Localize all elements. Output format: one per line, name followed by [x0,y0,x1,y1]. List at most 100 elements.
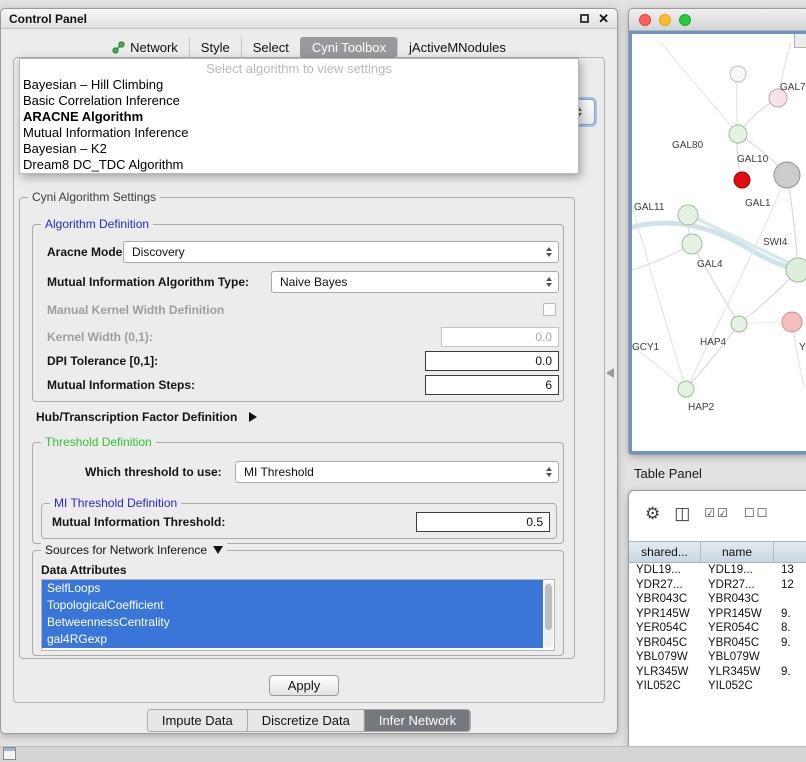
table-row[interactable]: YER054CYER054C8. [629,621,806,636]
table-cell: YIL052C [701,680,774,692]
graph-node[interactable] [730,66,746,82]
collapse-down-icon[interactable] [213,546,223,554]
table-settings-gear-icon[interactable]: ⚙ [645,505,660,522]
graph-node[interactable] [678,205,698,225]
graph-edge [660,42,738,134]
graph-node[interactable] [734,172,750,188]
algorithm-option[interactable]: ARACNE Algorithm [20,109,578,125]
table-cell: 12 [774,579,806,591]
attribute-list-scrollbar-thumb[interactable] [545,584,552,630]
attribute-item[interactable]: BetweennessCentrality [42,614,543,631]
table-cell: YER054C [629,622,701,634]
algorithm-option[interactable]: Bayesian – K2 [20,141,578,157]
algorithm-definition-title: Algorithm Definition [41,217,153,231]
float-window-icon[interactable] [580,14,589,23]
table-cell: YBR045C [629,637,701,649]
tab-label: Cyni Toolbox [312,40,386,55]
graph-node[interactable] [678,381,694,397]
combo-arrows-icon [541,272,556,292]
table-cell: YDL19... [701,564,774,576]
algorithm-option[interactable]: Bayesian – Hill Climbing [20,77,578,93]
data-attributes-label: Data Attributes [41,563,127,577]
node-label: GCY1 [632,342,660,353]
table-row[interactable]: YDR27...YDR27...12 [629,578,806,593]
algorithm-option[interactable]: Dream8 DC_TDC Algorithm [20,157,578,173]
network-view-window: GAL7GAL80GAL10GAL11GAL1SWI4GAL4GCY1HAP4H… [628,8,806,455]
expand-right-icon[interactable] [249,412,257,422]
graph-edge [787,175,798,270]
which-threshold-value: MI Threshold [236,465,541,479]
attribute-item[interactable]: TopologicalCoefficient [42,597,543,614]
column-header[interactable]: shared... [629,542,701,562]
close-traffic-button[interactable] [639,14,651,26]
bottom-tab-discretize-data[interactable]: Discretize Data [247,710,364,731]
graph-node[interactable] [731,316,747,332]
mi-algorithm-type-select[interactable]: Naive Bayes [271,271,559,293]
attribute-item[interactable]: SelfLoops [42,580,543,597]
graph-node[interactable] [786,258,806,282]
bottom-strip [0,746,806,762]
minimized-window-icon[interactable] [3,747,16,760]
minimize-traffic-button[interactable] [659,14,671,26]
aracne-mode-select[interactable]: Discovery [123,241,559,263]
table-row[interactable]: YIL052CYIL052C [629,679,806,694]
table-cell: 8. [774,622,806,634]
manual-kernel-width-checkbox[interactable] [543,303,556,316]
algorithm-definition-group: Algorithm Definition Aracne Mode: Discov… [32,224,564,402]
which-threshold-select[interactable]: MI Threshold [235,461,559,483]
graph-node[interactable] [682,234,702,254]
kernel-width-field[interactable]: 0.0 [441,327,559,347]
graph-node[interactable] [774,162,800,188]
tab-network[interactable]: Network [101,37,189,58]
table-row[interactable]: YDL19...YDL19...13 [629,563,806,578]
tab-jactivemnodules[interactable]: jActiveMNodules [397,37,517,58]
column-selector-icon[interactable]: ◫ [674,505,690,522]
mi-threshold-label: Mutual Information Threshold: [52,515,225,529]
column-header[interactable] [774,542,806,562]
attribute-list-scrollbar[interactable] [544,582,553,648]
hub-definition-label[interactable]: Hub/Transcription Factor Definition [36,410,257,424]
mi-threshold-field[interactable]: 0.5 [416,512,550,532]
dpi-tolerance-field[interactable]: 0.0 [425,351,559,371]
column-header[interactable]: name [701,542,774,562]
bottom-tab-infer-network[interactable]: Infer Network [364,710,470,731]
node-label: SWI4 [763,237,788,248]
network-window-titlebar [629,9,806,31]
table-cell: YBL079W [701,651,774,663]
network-canvas[interactable]: GAL7GAL80GAL10GAL11GAL1SWI4GAL4GCY1HAP4H… [629,31,806,454]
control-panel-title: Control Panel [9,12,580,26]
control-panel-titlebar: Control Panel ✕ [1,9,617,29]
select-all-icon[interactable]: ☑☑ [704,505,730,522]
zoom-traffic-button[interactable] [679,14,691,26]
table-row[interactable]: YLR345WYLR345W9. [629,665,806,680]
algorithm-option[interactable]: Mutual Information Inference [20,125,578,141]
table-cell: YDR27... [701,579,774,591]
sources-group-title[interactable]: Sources for Network Inference [41,543,227,557]
tab-cyni-toolbox[interactable]: Cyni Toolbox [300,37,397,58]
close-icon[interactable]: ✕ [598,12,609,25]
table-row[interactable]: YPR145WYPR145W9. [629,607,806,622]
apply-button[interactable]: Apply [269,675,339,696]
table-cell: YDL19... [629,564,701,576]
mi-steps-field[interactable]: 6 [425,375,559,395]
table-row[interactable]: YBR043CYBR043C [629,592,806,607]
cyni-algorithm-settings-group: Cyni Algorithm Settings Algorithm Defini… [19,197,575,659]
graph-node[interactable] [729,125,747,143]
table-row[interactable]: YBR045CYBR045C9. [629,636,806,651]
tab-style[interactable]: Style [189,37,241,58]
deselect-all-icon[interactable]: ☐☐ [744,505,770,522]
data-attributes-list[interactable]: SelfLoopsTopologicalCoefficientBetweenne… [41,579,555,651]
bottom-tab-impute-data[interactable]: Impute Data [148,710,247,731]
panel-splitter-arrow[interactable] [606,368,614,378]
graph-node[interactable] [782,312,802,332]
attribute-items: SelfLoopsTopologicalCoefficientBetweenne… [42,580,554,648]
tab-select[interactable]: Select [241,37,300,58]
table-cell: 13 [774,564,806,576]
node-label: GAL4 [697,259,723,270]
algorithm-option[interactable]: Basic Correlation Inference [20,93,578,109]
table-row[interactable]: YBL079WYBL079W [629,650,806,665]
attribute-item[interactable]: gal4RGexp [42,631,543,648]
network-graph[interactable]: GAL7GAL80GAL10GAL11GAL1SWI4GAL4GCY1HAP4H… [632,34,806,453]
table-cell: YBL079W [629,651,701,663]
algorithm-placeholder-option[interactable]: Select algorithm to view settings [20,61,578,77]
